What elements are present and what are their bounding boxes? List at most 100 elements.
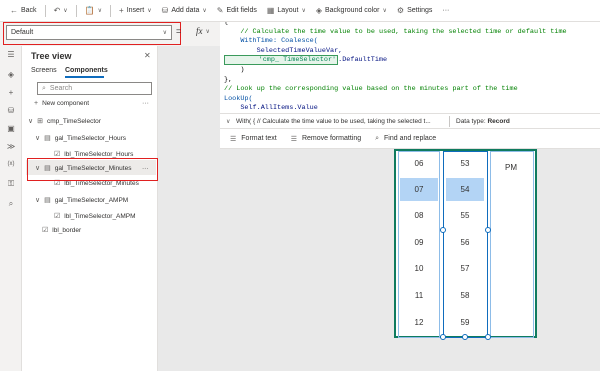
plus-icon[interactable]: + <box>5 86 17 98</box>
gear-icon: ⚙ <box>396 6 405 15</box>
component-icon: ⊞ <box>37 118 43 125</box>
resize-handle[interactable] <box>485 334 491 340</box>
minute-item[interactable]: 59 <box>446 311 484 334</box>
chevron-down-icon: ∨ <box>28 118 34 125</box>
resize-handle[interactable] <box>440 334 446 340</box>
background-color-button[interactable]: ◈ Background color ∨ <box>312 2 391 20</box>
new-component-button[interactable]: + New component ··· <box>34 100 152 107</box>
undo-button[interactable]: ↶ ∨ <box>50 2 72 20</box>
layout-button[interactable]: ▦ Layout ∨ <box>263 2 310 20</box>
with-summary: With( { // Calculate the time value to b… <box>236 117 431 125</box>
layers-icon[interactable]: ◈ <box>5 68 17 80</box>
format-toolbar: ☰ Format text ☰ Remove formatting ⌕ Find an… <box>220 129 600 149</box>
code-line: 'cmp_ TimeSelector' .DefaultTime <box>224 55 388 66</box>
chevron-down-icon: ∨ <box>35 197 41 204</box>
label-icon: ☑ <box>42 227 49 234</box>
media-icon[interactable]: ▣ <box>5 122 17 134</box>
ampm-item[interactable]: PM <box>492 156 530 179</box>
hour-item[interactable]: 08 <box>400 204 438 227</box>
minute-item[interactable]: 53 <box>446 152 484 175</box>
hour-item[interactable]: 06 <box>400 152 438 175</box>
hour-item[interactable]: 10 <box>400 257 438 280</box>
edit-icon: ✎ <box>216 6 224 15</box>
search-icon: ⌕ <box>42 84 46 92</box>
paste-button[interactable]: 📋 ∨ <box>81 2 106 20</box>
chevron-down-icon[interactable]: ∨ <box>226 118 230 125</box>
search-input[interactable]: ⌕ Search <box>37 82 152 95</box>
tools-icon[interactable]: ⚿ <box>5 178 17 190</box>
divider <box>75 4 77 17</box>
hour-item[interactable]: 09 <box>400 231 438 254</box>
close-icon[interactable]: ✕ <box>144 51 151 60</box>
code-line: // Look up the corresponding value based… <box>224 85 518 94</box>
clipboard-icon: 📋 <box>84 6 95 15</box>
minute-item-selected[interactable]: 54 <box>446 178 484 201</box>
divider <box>44 4 46 17</box>
command-bar: ← Back ↶ ∨ 📋 ∨ + Insert ∨ ⛁ Add data ∨ ✎ Edit fi… <box>0 0 600 22</box>
flow-icon[interactable]: ≫ <box>5 140 17 152</box>
database-icon[interactable]: ⛁ <box>5 104 17 116</box>
divider <box>110 4 112 17</box>
tree-view-title: Tree view <box>31 51 72 61</box>
paint-bucket-icon: ◈ <box>315 6 322 15</box>
variables-icon[interactable]: (x) <box>5 158 17 170</box>
more-options-icon[interactable]: ··· <box>142 100 149 107</box>
tree-item-gal-hours[interactable]: ∨ ▤ gal_TimeSelector_Hours <box>35 132 126 144</box>
hour-item[interactable]: 12 <box>400 311 438 334</box>
minute-item[interactable]: 58 <box>446 284 484 307</box>
chevron-down-icon: ∨ <box>63 8 68 14</box>
format-text-button[interactable]: ☰ Format text <box>230 135 277 143</box>
tab-components[interactable]: Components <box>65 67 108 74</box>
minute-item[interactable]: 57 <box>446 257 484 280</box>
highlight-box <box>27 158 158 181</box>
format-icon: ☰ <box>230 135 237 143</box>
undo-icon: ↶ <box>53 6 61 15</box>
resize-handle[interactable] <box>462 334 468 340</box>
chevron-down-icon: ∨ <box>35 135 41 142</box>
time-selector-component[interactable]: 06 07 08 09 10 11 12 53 54 55 56 57 58 5… <box>394 149 537 340</box>
fx-button[interactable]: fx ∨ <box>196 26 210 36</box>
chevron-down-icon: ∨ <box>205 28 210 35</box>
hours-gallery[interactable]: 06 07 08 09 10 11 12 <box>398 151 440 338</box>
tree-item-lbl-ampm[interactable]: ☑ lbl_TimeSelector_AMPM <box>54 210 136 222</box>
tab-screens[interactable]: Screens <box>31 67 57 74</box>
label-icon: ☑ <box>54 213 61 220</box>
edit-fields-button[interactable]: ✎ Edit fields <box>213 2 261 20</box>
search-placeholder: Search <box>49 85 73 92</box>
search-icon[interactable]: ⌕ <box>5 198 17 210</box>
minute-item[interactable]: 55 <box>446 204 484 227</box>
back-button[interactable]: ← Back <box>6 2 41 20</box>
hamburger-icon[interactable]: ☰ <box>5 48 17 60</box>
code-line: // Calculate the time value to be used, … <box>224 27 567 36</box>
add-data-button[interactable]: ⛁ Add data ∨ <box>158 2 211 20</box>
minutes-gallery[interactable]: 53 54 55 56 57 58 59 <box>443 151 488 338</box>
data-type-label: Data type: Record <box>456 117 510 125</box>
more-button[interactable]: ··· <box>438 2 453 20</box>
hour-item-selected[interactable]: 07 <box>400 178 438 201</box>
tree-item-cmp-timeselector[interactable]: ∨ ⊞ cmp_TimeSelector <box>28 115 101 127</box>
minute-item[interactable]: 56 <box>446 231 484 254</box>
resize-handle[interactable] <box>440 227 446 233</box>
arrow-left-icon: ← <box>10 6 18 15</box>
tree-item-lbl-border[interactable]: ☑ lbl_border <box>42 224 81 236</box>
highlight-box <box>3 22 181 45</box>
find-icon: ⌕ <box>375 134 380 142</box>
remove-formatting-button[interactable]: ☰ Remove formatting <box>291 135 361 143</box>
formula-editor[interactable]: { // Calculate the time value to be used… <box>220 22 600 114</box>
ampm-gallery[interactable] <box>490 151 534 338</box>
gallery-icon: ▤ <box>44 197 51 204</box>
find-replace-button[interactable]: ⌕ Find and replace <box>375 135 436 143</box>
hour-item[interactable]: 11 <box>400 284 438 307</box>
divider <box>449 116 450 127</box>
resize-handle[interactable] <box>485 227 491 233</box>
gallery-icon: ▤ <box>44 135 51 142</box>
chevron-down-icon: ∨ <box>202 8 207 14</box>
code-line: LookUp( <box>224 94 253 103</box>
left-rail: ☰ ◈ + ⛁ ▣ ≫ (x) ⚿ ⌕ <box>0 46 22 371</box>
tree-item-gal-ampm[interactable]: ∨ ▤ gal_TimeSelector_AMPM <box>35 194 128 206</box>
insert-button[interactable]: + Insert ∨ <box>115 2 156 20</box>
plus-icon: + <box>34 100 39 107</box>
code-line: ) <box>224 66 245 74</box>
equals-icon: = <box>176 26 182 36</box>
settings-button[interactable]: ⚙ Settings <box>393 2 436 20</box>
